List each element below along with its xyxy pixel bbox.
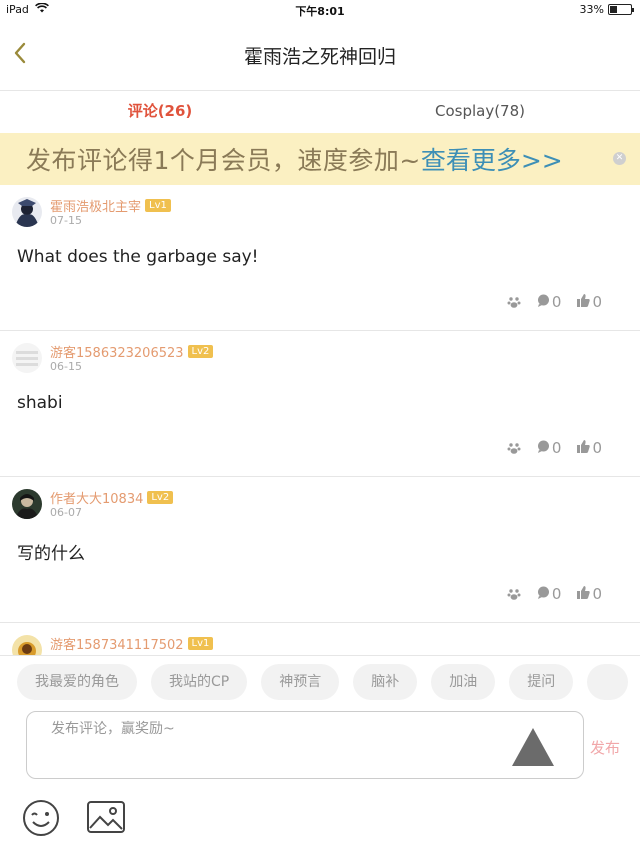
emoji-icon[interactable] xyxy=(21,798,61,838)
username[interactable]: 游客1587341117502 xyxy=(50,634,184,653)
avatar[interactable] xyxy=(12,489,42,519)
level-badge: Lv2 xyxy=(187,345,214,358)
quick-tag[interactable]: 提问 xyxy=(509,663,574,700)
like-count: 0 xyxy=(592,293,602,311)
comment-item: 霍雨浩极北主宰 Lv1 07-15 What does the garbage … xyxy=(0,185,640,331)
triangle-pointer-icon xyxy=(512,728,554,766)
banner-text: 发布评论得1个月会员，速度参加~ xyxy=(26,146,421,175)
comment-text: 写的什么 xyxy=(17,544,85,564)
comment-count: 0 xyxy=(551,293,562,311)
username[interactable]: 游客1586323206523 xyxy=(50,342,184,361)
comment-bubble-icon xyxy=(537,585,550,603)
like-count: 0 xyxy=(592,585,602,603)
quick-tag-partial[interactable] xyxy=(587,663,628,700)
clock: 下午8:01 xyxy=(295,5,345,18)
quick-tag[interactable]: 神预言 xyxy=(261,663,340,700)
tab-cosplay[interactable]: Cosplay(78) xyxy=(320,91,640,132)
comment-count-button[interactable]: 0 xyxy=(537,585,562,603)
paw-icon[interactable] xyxy=(507,441,521,455)
paw-icon[interactable] xyxy=(507,295,521,309)
comment-date: 06-07 xyxy=(50,506,82,519)
quick-tag[interactable]: 加油 xyxy=(431,663,496,700)
comment-text: shabi xyxy=(17,393,63,413)
like-button[interactable]: 0 xyxy=(577,439,602,457)
promo-banner[interactable]: 发布评论得1个月会员，速度参加~ 查看更多>> ✕ xyxy=(0,133,640,185)
thumbs-up-icon xyxy=(577,585,591,603)
username[interactable]: 作者大大10834 xyxy=(50,488,143,507)
comment-count: 0 xyxy=(551,439,562,457)
tab-bar: 评论(26) Cosplay(78) xyxy=(0,90,640,132)
thumbs-up-icon xyxy=(577,293,591,311)
comment-bubble-icon xyxy=(537,293,550,311)
comment-text: What does the garbage say! xyxy=(17,247,259,267)
comment-item: 游客1586323206523 Lv2 06-15 shabi 0 0 xyxy=(0,331,640,477)
tab-comments[interactable]: 评论(26) xyxy=(0,91,320,132)
comment-item: 作者大大10834 Lv2 06-07 写的什么 0 0 xyxy=(0,477,640,623)
comment-date: 06-15 xyxy=(50,360,82,373)
username[interactable]: 霍雨浩极北主宰 xyxy=(50,196,141,215)
image-icon[interactable] xyxy=(86,800,126,834)
paw-icon[interactable] xyxy=(507,587,521,601)
avatar[interactable] xyxy=(12,197,42,227)
quick-tag[interactable]: 我站的CP xyxy=(151,663,248,700)
comment-count-button[interactable]: 0 xyxy=(537,439,562,457)
page-title: 霍雨浩之死神回归 xyxy=(243,46,396,68)
comment-item: 游客1587341117502 Lv1 xyxy=(0,623,640,655)
nav-bar: 霍雨浩之死神回归 xyxy=(0,20,640,90)
level-badge: Lv2 xyxy=(147,491,174,504)
level-badge: Lv1 xyxy=(187,637,214,650)
battery-icon xyxy=(608,4,634,15)
comment-input[interactable] xyxy=(51,718,511,768)
banner-link[interactable]: 查看更多>> xyxy=(421,141,563,177)
send-button[interactable]: 发布 xyxy=(590,737,620,758)
quick-tag[interactable]: 我最爱的角色 xyxy=(17,663,137,700)
quick-tag-bar[interactable]: 我最爱的角色 我站的CP 神预言 脑补 加油 提问 xyxy=(0,655,640,707)
composer-toolbar xyxy=(0,792,640,842)
like-count: 0 xyxy=(592,439,602,457)
status-bar: iPad 下午8:01 33% xyxy=(0,0,640,20)
like-button[interactable]: 0 xyxy=(577,293,602,311)
comment-count: 0 xyxy=(551,585,562,603)
comment-input-box[interactable] xyxy=(26,711,584,779)
level-badge: Lv1 xyxy=(145,199,171,212)
avatar[interactable] xyxy=(12,635,42,655)
comment-list[interactable]: 霍雨浩极北主宰 Lv1 07-15 What does the garbage … xyxy=(0,185,640,655)
battery-percent: 33% xyxy=(579,3,604,16)
quick-tag[interactable]: 脑补 xyxy=(353,663,418,700)
close-icon[interactable]: ✕ xyxy=(613,152,626,165)
thumbs-up-icon xyxy=(577,439,591,457)
avatar[interactable] xyxy=(12,343,42,373)
like-button[interactable]: 0 xyxy=(577,585,602,603)
comment-count-button[interactable]: 0 xyxy=(537,293,562,311)
comment-date: 07-15 xyxy=(50,214,82,227)
comment-bubble-icon xyxy=(537,439,550,457)
